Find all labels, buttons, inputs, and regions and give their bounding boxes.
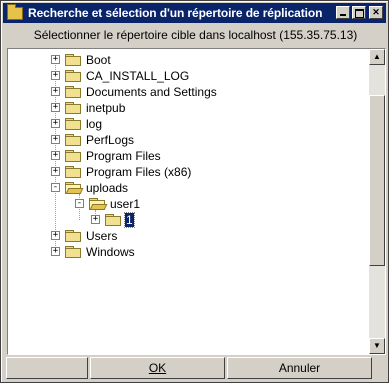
tree-item[interactable]: + Boot (8, 52, 368, 68)
minimize-icon (340, 14, 346, 16)
vertical-scrollbar[interactable]: ▲ ▼ (369, 49, 385, 354)
maximize-button[interactable] (352, 6, 366, 19)
expand-icon[interactable]: + (51, 71, 60, 80)
tree-item-label[interactable]: user1 (109, 197, 141, 211)
arrow-up-icon: ▲ (373, 52, 381, 61)
folder-icon (65, 246, 81, 258)
expand-icon[interactable]: + (51, 231, 60, 240)
folder-icon (7, 4, 23, 20)
expand-icon[interactable]: + (51, 119, 60, 128)
tree-item[interactable]: + Documents and Settings (8, 84, 368, 100)
left-button[interactable] (6, 357, 88, 379)
scroll-thumb[interactable] (369, 95, 385, 266)
tree-item-label[interactable]: 1 (124, 212, 135, 228)
tree-item[interactable]: - user1 (8, 196, 368, 212)
folder-icon (65, 102, 81, 114)
expand-icon[interactable]: + (51, 55, 60, 64)
expand-icon[interactable]: + (51, 87, 60, 96)
folder-icon (65, 86, 81, 98)
folder-icon (65, 70, 81, 82)
close-button[interactable]: ✕ (369, 6, 383, 19)
tree-item[interactable]: + inetpub (8, 100, 368, 116)
tree-item-label[interactable]: Program Files (85, 149, 162, 163)
tree-item[interactable]: + Program Files (x86) (8, 164, 368, 180)
expand-icon[interactable]: + (51, 103, 60, 112)
ok-button-label: OK (148, 361, 167, 375)
folder-icon (65, 134, 81, 146)
collapse-icon[interactable]: - (51, 183, 60, 192)
tree-item[interactable]: + Windows (8, 244, 368, 260)
tree-item-label[interactable]: inetpub (85, 101, 126, 115)
folder-icon (65, 150, 81, 162)
tree-item-label[interactable]: uploads (85, 181, 129, 195)
tree-item-label[interactable]: Documents and Settings (85, 85, 218, 99)
tree-item-selected[interactable]: + 1 (8, 212, 368, 228)
tree-item[interactable]: - uploads (8, 180, 368, 196)
scroll-down-button[interactable]: ▼ (369, 338, 385, 354)
folder-icon (65, 166, 81, 178)
open-folder-icon (65, 182, 84, 194)
tree-item[interactable]: + PerfLogs (8, 132, 368, 148)
cancel-button[interactable]: Annuler (227, 357, 372, 379)
expand-icon[interactable]: + (51, 151, 60, 160)
expand-icon[interactable]: + (51, 135, 60, 144)
tree-item-label[interactable]: log (85, 117, 103, 131)
collapse-icon[interactable]: - (75, 199, 84, 208)
scroll-up-button[interactable]: ▲ (369, 49, 385, 65)
folder-icon (65, 118, 81, 130)
tree-item-label[interactable]: Windows (85, 245, 136, 259)
directory-tree[interactable]: + Boot + CA_INSTALL_LOG + Documents and … (7, 48, 386, 355)
expand-icon[interactable]: + (51, 167, 60, 176)
open-folder-icon (89, 198, 108, 210)
ok-button[interactable]: OK (90, 357, 225, 379)
maximize-icon (355, 9, 364, 18)
folder-icon (105, 214, 121, 226)
tree-item[interactable]: + CA_INSTALL_LOG (8, 68, 368, 84)
window-title: Recherche et sélection d'un répertoire d… (28, 6, 323, 20)
expand-icon[interactable]: + (51, 247, 60, 256)
arrow-down-icon: ▼ (373, 341, 381, 350)
close-icon: ✕ (372, 7, 380, 17)
minimize-button[interactable] (336, 6, 350, 19)
tree-item-label[interactable]: Boot (85, 53, 112, 67)
folder-icon (65, 230, 81, 242)
tree-item[interactable]: + log (8, 116, 368, 132)
tree-item-label[interactable]: PerfLogs (85, 133, 135, 147)
tree-item-label[interactable]: CA_INSTALL_LOG (85, 69, 190, 83)
tree-item[interactable]: + Users (8, 228, 368, 244)
subtitle: Sélectionner le répertoire cible dans lo… (33, 28, 358, 42)
title-bar[interactable]: Recherche et sélection d'un répertoire d… (3, 3, 386, 23)
tree-item[interactable]: + Program Files (8, 148, 368, 164)
folder-icon (65, 54, 81, 66)
tree-item-label[interactable]: Program Files (x86) (85, 165, 192, 179)
expand-icon[interactable]: + (91, 215, 100, 224)
dialog-window: Recherche et sélection d'un répertoire d… (0, 0, 389, 383)
tree-item-label[interactable]: Users (85, 229, 118, 243)
